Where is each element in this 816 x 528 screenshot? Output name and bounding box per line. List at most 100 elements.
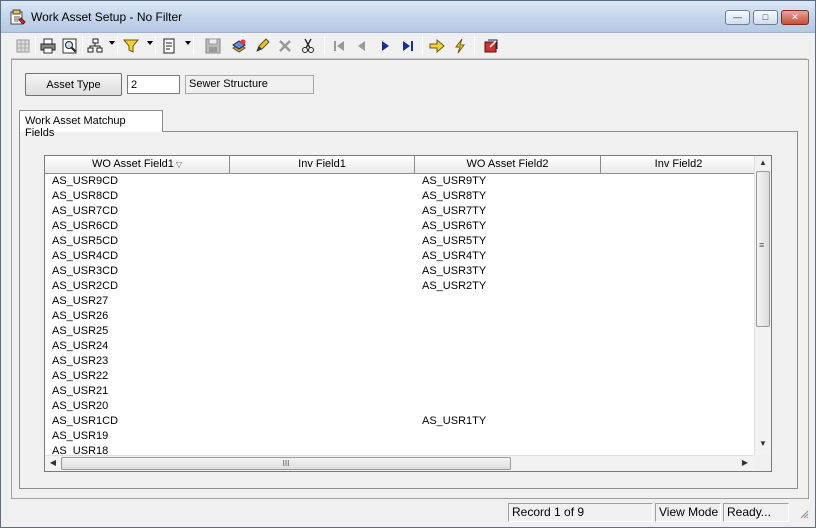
table-cell[interactable] [230, 294, 415, 309]
table-cell[interactable] [415, 354, 601, 369]
table-cell[interactable]: AS_USR3CD [45, 264, 230, 279]
edit-icon[interactable] [252, 35, 272, 56]
table-row[interactable]: AS_USR3CD AS_USR3TY [45, 264, 754, 279]
table-cell[interactable]: AS_USR19 [45, 429, 230, 444]
table-row[interactable]: AS_USR20 [45, 399, 754, 414]
table-cell[interactable] [601, 309, 754, 324]
table-cell[interactable] [230, 264, 415, 279]
lightning-icon[interactable] [450, 35, 470, 56]
table-cell[interactable] [230, 354, 415, 369]
horizontal-scroll-thumb[interactable]: III [61, 457, 511, 470]
table-cell[interactable] [601, 174, 754, 189]
table-cell[interactable] [601, 189, 754, 204]
table-cell[interactable] [601, 369, 754, 384]
table-cell[interactable] [601, 279, 754, 294]
table-row[interactable]: AS_USR4CD AS_USR4TY [45, 249, 754, 264]
table-cell[interactable] [415, 384, 601, 399]
grid-view-icon[interactable] [13, 35, 33, 56]
table-row[interactable]: AS_USR19 [45, 429, 754, 444]
table-cell[interactable]: AS_USR21 [45, 384, 230, 399]
asset-type-button[interactable]: Asset Type [25, 73, 122, 96]
table-cell[interactable] [230, 309, 415, 324]
table-cell[interactable]: AS_USR1CD [45, 414, 230, 429]
table-row[interactable]: AS_USR25 [45, 324, 754, 339]
table-cell[interactable] [415, 294, 601, 309]
table-cell[interactable] [230, 174, 415, 189]
print-preview-icon[interactable] [60, 35, 80, 56]
first-record-icon[interactable] [329, 35, 349, 56]
table-cell[interactable]: AS_USR7TY [415, 204, 601, 219]
table-row[interactable]: AS_USR8CD AS_USR8TY [45, 189, 754, 204]
next-record-icon[interactable] [375, 35, 395, 56]
table-cell[interactable] [601, 429, 754, 444]
table-cell[interactable] [601, 219, 754, 234]
tab-work-asset-matchup-fields[interactable]: Work Asset Matchup Fields [19, 110, 163, 139]
table-row[interactable]: AS_USR23 [45, 354, 754, 369]
exit-icon[interactable] [481, 35, 501, 56]
table-cell[interactable] [601, 414, 754, 429]
filter-icon[interactable] [121, 35, 141, 56]
column-header-inv-field2[interactable]: Inv Field2 [601, 156, 756, 174]
table-row[interactable]: AS_USR24 [45, 339, 754, 354]
table-cell[interactable]: AS_USR8TY [415, 189, 601, 204]
table-cell[interactable] [601, 324, 754, 339]
table-cell[interactable] [415, 339, 601, 354]
table-row[interactable]: AS_USR5CD AS_USR5TY [45, 234, 754, 249]
table-cell[interactable]: AS_USR6TY [415, 219, 601, 234]
delete-icon[interactable] [275, 35, 295, 56]
scroll-right-icon[interactable]: ▶ [738, 458, 752, 467]
column-header-wo-asset-field2[interactable]: WO Asset Field2 [415, 156, 601, 174]
last-record-icon[interactable] [398, 35, 418, 56]
close-button[interactable]: ✕ [781, 10, 809, 25]
table-cell[interactable]: AS_USR5TY [415, 234, 601, 249]
table-cell[interactable]: AS_USR9TY [415, 174, 601, 189]
table-cell[interactable]: AS_USR2CD [45, 279, 230, 294]
table-cell[interactable] [230, 249, 415, 264]
maximize-button[interactable]: □ [753, 10, 778, 25]
table-cell[interactable]: AS_USR24 [45, 339, 230, 354]
column-header-wo-asset-field1[interactable]: WO Asset Field1 ▽ [45, 156, 230, 174]
report-icon[interactable] [159, 35, 179, 56]
table-cell[interactable]: AS_USR23 [45, 354, 230, 369]
minimize-button[interactable]: — [725, 10, 750, 25]
table-cell[interactable]: AS_USR8CD [45, 189, 230, 204]
table-row[interactable]: AS_USR7CD AS_USR7TY [45, 204, 754, 219]
scroll-down-icon[interactable]: ▼ [756, 439, 770, 448]
table-cell[interactable]: AS_USR3TY [415, 264, 601, 279]
print-icon[interactable] [38, 35, 58, 56]
column-header-inv-field1[interactable]: Inv Field1 [230, 156, 415, 174]
save-icon[interactable] [203, 35, 223, 56]
table-cell[interactable]: AS_USR20 [45, 399, 230, 414]
table-cell[interactable] [601, 339, 754, 354]
scroll-up-icon[interactable]: ▲ [756, 158, 770, 167]
table-row[interactable]: AS_USR26 [45, 309, 754, 324]
hierarchy-icon[interactable] [85, 35, 105, 56]
table-cell[interactable]: AS_USR22 [45, 369, 230, 384]
table-row[interactable]: AS_USR1CD AS_USR1TY [45, 414, 754, 429]
table-cell[interactable]: AS_USR6CD [45, 219, 230, 234]
table-cell[interactable] [415, 369, 601, 384]
previous-record-icon[interactable] [352, 35, 372, 56]
table-cell[interactable] [230, 339, 415, 354]
table-cell[interactable] [601, 264, 754, 279]
table-cell[interactable] [230, 414, 415, 429]
table-cell[interactable] [230, 384, 415, 399]
table-cell[interactable] [415, 309, 601, 324]
table-cell[interactable]: AS_USR5CD [45, 234, 230, 249]
table-cell[interactable] [230, 204, 415, 219]
asset-type-code-input[interactable] [127, 75, 180, 94]
horizontal-scrollbar[interactable]: ◀ III ▶ [45, 455, 756, 471]
new-record-icon[interactable] [229, 35, 249, 56]
table-cell[interactable] [601, 354, 754, 369]
table-cell[interactable] [601, 249, 754, 264]
table-cell[interactable] [230, 399, 415, 414]
table-row[interactable]: AS_USR2CD AS_USR2TY [45, 279, 754, 294]
vertical-scrollbar[interactable]: ▲ ≡ ▼ [754, 156, 771, 455]
resize-grip-icon[interactable] [799, 509, 809, 519]
table-cell[interactable] [601, 399, 754, 414]
scroll-left-icon[interactable]: ◀ [46, 458, 60, 467]
table-cell[interactable]: AS_USR26 [45, 309, 230, 324]
table-cell[interactable]: AS_USR4CD [45, 249, 230, 264]
table-cell[interactable] [230, 219, 415, 234]
table-cell[interactable] [601, 204, 754, 219]
